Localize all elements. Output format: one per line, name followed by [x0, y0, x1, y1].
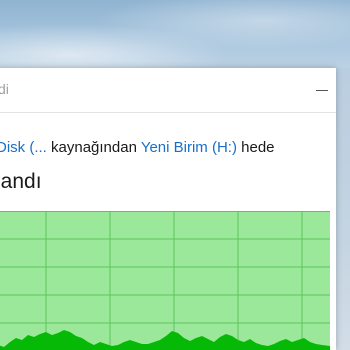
minimize-icon[interactable] — [316, 90, 328, 91]
desktop: di Disk (... kaynağından Yeni Birim (H:)… — [0, 0, 350, 350]
transfer-speed-graph — [0, 211, 330, 350]
from-text: kaynağından — [46, 139, 141, 156]
progress-heading: landı — [0, 170, 42, 193]
dialog-content: Disk (... kaynağından Yeni Birim (H:) he… — [0, 113, 336, 350]
to-text: hede — [236, 139, 275, 156]
title-bar[interactable]: di — [0, 68, 336, 113]
destination-link[interactable]: Yeni Birim (H:) — [141, 139, 237, 156]
graph-progress-fill — [0, 211, 330, 350]
copy-status-line: Disk (... kaynağından Yeni Birim (H:) he… — [0, 139, 275, 156]
graph-remaining — [330, 211, 336, 350]
desktop-wallpaper — [0, 0, 350, 68]
window-title: di — [0, 81, 9, 97]
file-copy-dialog: di Disk (... kaynağından Yeni Birim (H:)… — [0, 68, 336, 350]
source-link[interactable]: Disk (... — [0, 139, 47, 156]
desktop-wallpaper-right — [336, 68, 350, 350]
transfer-speed-graph-frame — [0, 211, 336, 350]
